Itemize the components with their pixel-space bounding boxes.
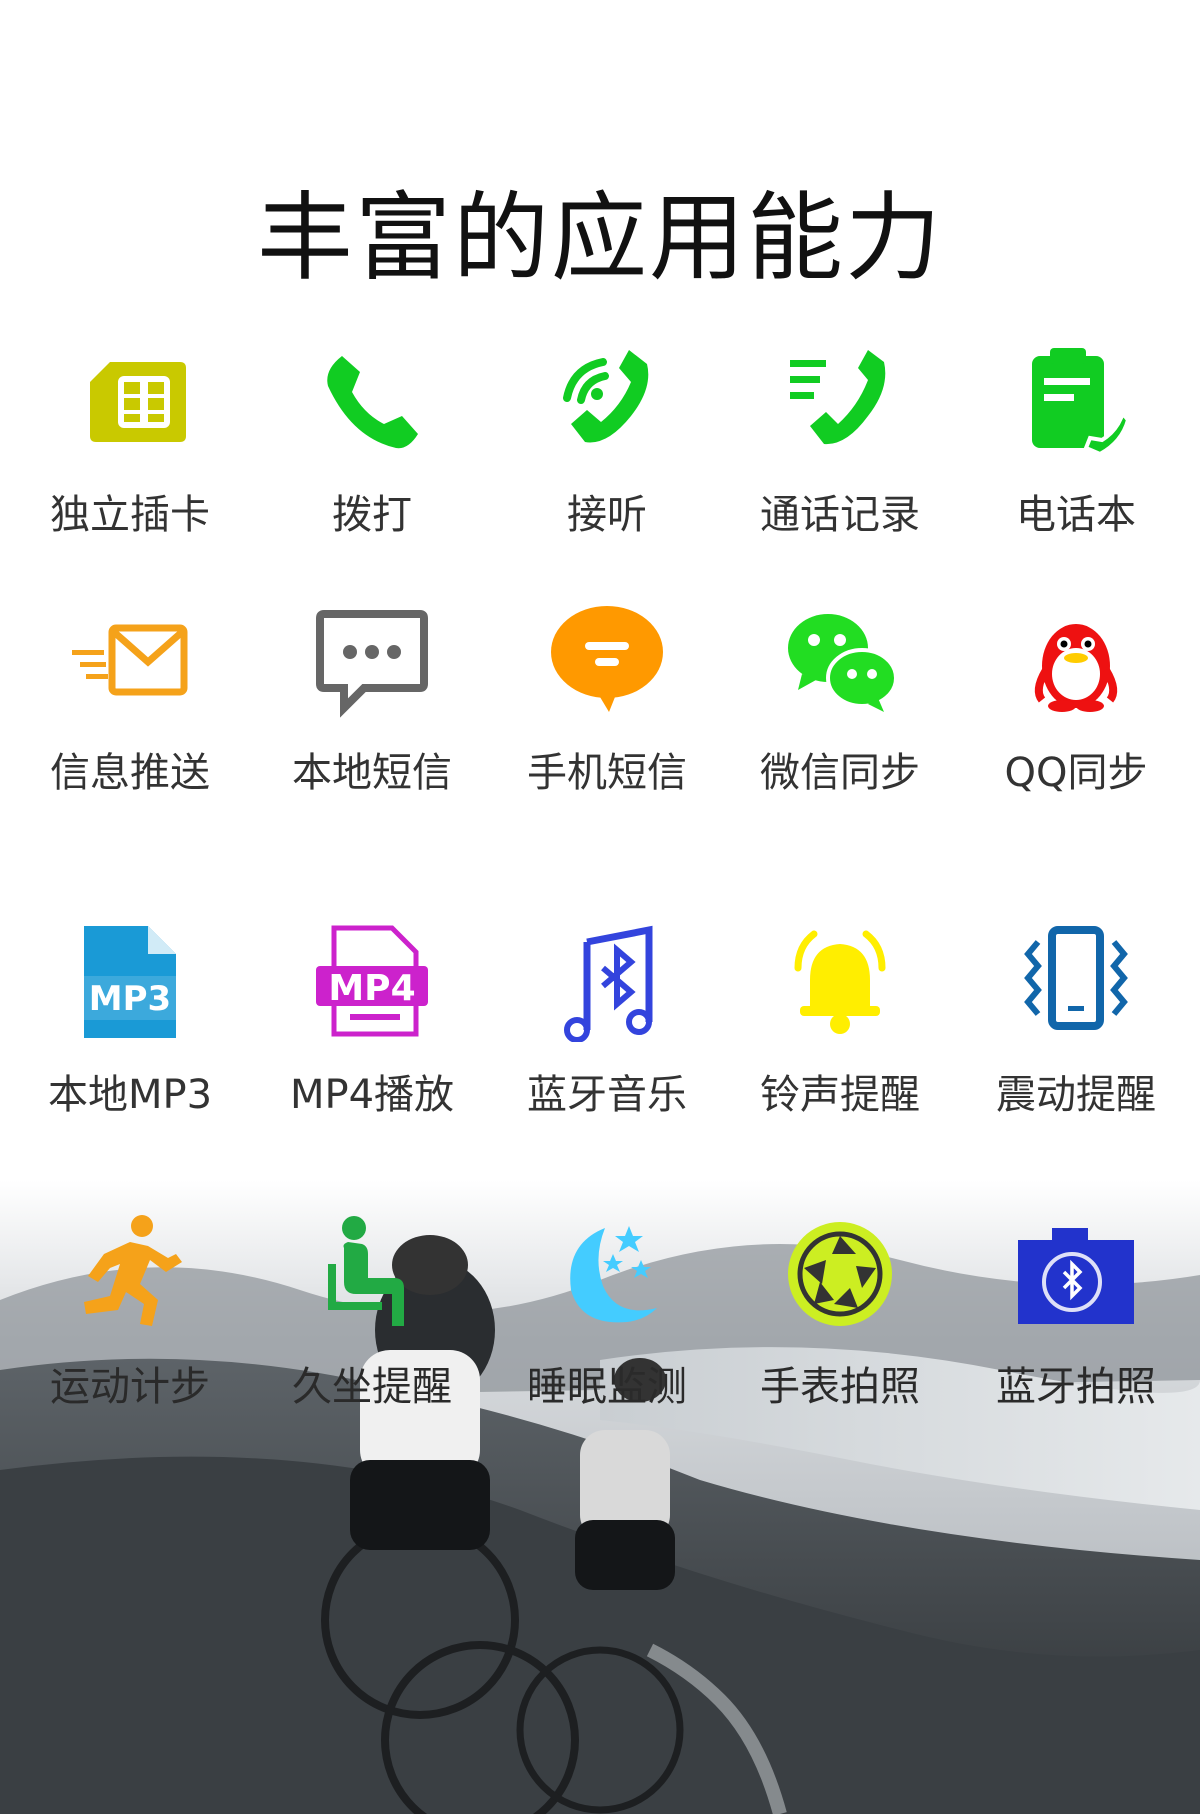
message-icon bbox=[547, 600, 667, 720]
mp3-file-icon: MP3 bbox=[70, 922, 190, 1042]
feature-item: 手表拍照 bbox=[720, 1214, 960, 1434]
sim-card-icon bbox=[70, 342, 190, 462]
feature-label: 独立插卡 bbox=[50, 492, 210, 538]
phonebook-icon bbox=[1016, 342, 1136, 462]
svg-text:MP4: MP4 bbox=[328, 968, 415, 1009]
phone-icon bbox=[312, 342, 432, 462]
feature-label: 微信同步 bbox=[760, 750, 920, 796]
feature-item: 久坐提醒 bbox=[252, 1214, 492, 1434]
runner-icon bbox=[70, 1214, 190, 1334]
page-title: 丰富的应用能力 bbox=[257, 182, 943, 294]
feature-label: 信息推送 bbox=[50, 750, 210, 796]
sitting-person-icon bbox=[312, 1214, 432, 1334]
feature-label: 本地MP3 bbox=[47, 1072, 213, 1118]
feature-label: 久坐提醒 bbox=[292, 1364, 452, 1410]
feature-label: 接听 bbox=[567, 492, 647, 538]
feature-item: 手机短信 bbox=[487, 600, 727, 820]
feature-label: 电话本 bbox=[1016, 492, 1136, 538]
feature-label: QQ同步 bbox=[1004, 750, 1148, 796]
feature-label: 睡眠监测 bbox=[527, 1364, 687, 1410]
feature-label: 手表拍照 bbox=[760, 1364, 920, 1410]
feature-item: 接听 bbox=[487, 342, 727, 562]
feature-label: 通话记录 bbox=[760, 492, 920, 538]
mp4-file-icon: MP4 bbox=[312, 922, 432, 1042]
qq-penguin-icon bbox=[1016, 600, 1136, 720]
feature-item: 蓝牙音乐 bbox=[487, 922, 727, 1142]
feature-item: 信息推送 bbox=[10, 600, 250, 820]
svg-text:MP3: MP3 bbox=[89, 979, 171, 1019]
camera-shutter-icon bbox=[780, 1214, 900, 1334]
wechat-icon bbox=[780, 600, 900, 720]
feature-item: 运动计步 bbox=[10, 1214, 250, 1434]
bluetooth-camera-icon bbox=[1016, 1214, 1136, 1334]
feature-label: 运动计步 bbox=[50, 1364, 210, 1410]
feature-item: 微信同步 bbox=[720, 600, 960, 820]
bell-icon bbox=[780, 922, 900, 1042]
feature-label: 手机短信 bbox=[527, 750, 687, 796]
feature-item: 铃声提醒 bbox=[720, 922, 960, 1142]
feature-item: 独立插卡 bbox=[10, 342, 250, 562]
feature-item: 睡眠监测 bbox=[487, 1214, 727, 1434]
moon-stars-icon bbox=[547, 1214, 667, 1334]
feature-label: 本地短信 bbox=[292, 750, 452, 796]
feature-label: MP4播放 bbox=[289, 1072, 455, 1118]
feature-label: 蓝牙拍照 bbox=[996, 1364, 1156, 1410]
feature-item: MP4 MP4播放 bbox=[252, 922, 492, 1142]
feature-item: MP3 本地MP3 bbox=[10, 922, 250, 1142]
call-log-icon bbox=[780, 342, 900, 462]
incoming-call-icon bbox=[547, 342, 667, 462]
bluetooth-music-icon bbox=[547, 922, 667, 1042]
feature-label: 铃声提醒 bbox=[760, 1072, 920, 1118]
feature-label: 蓝牙音乐 bbox=[527, 1072, 687, 1118]
envelope-icon bbox=[70, 600, 190, 720]
feature-item: 通话记录 bbox=[720, 342, 960, 562]
feature-item: 本地短信 bbox=[252, 600, 492, 820]
feature-item: 拨打 bbox=[252, 342, 492, 562]
feature-item: 蓝牙拍照 bbox=[956, 1214, 1196, 1434]
feature-label: 拨打 bbox=[332, 492, 412, 538]
vibrate-phone-icon bbox=[1016, 922, 1136, 1042]
feature-item: 电话本 bbox=[956, 342, 1196, 562]
feature-item: QQ同步 bbox=[956, 600, 1196, 820]
feature-label: 震动提醒 bbox=[996, 1072, 1156, 1118]
feature-item: 震动提醒 bbox=[956, 922, 1196, 1142]
chat-bubble-icon bbox=[312, 600, 432, 720]
